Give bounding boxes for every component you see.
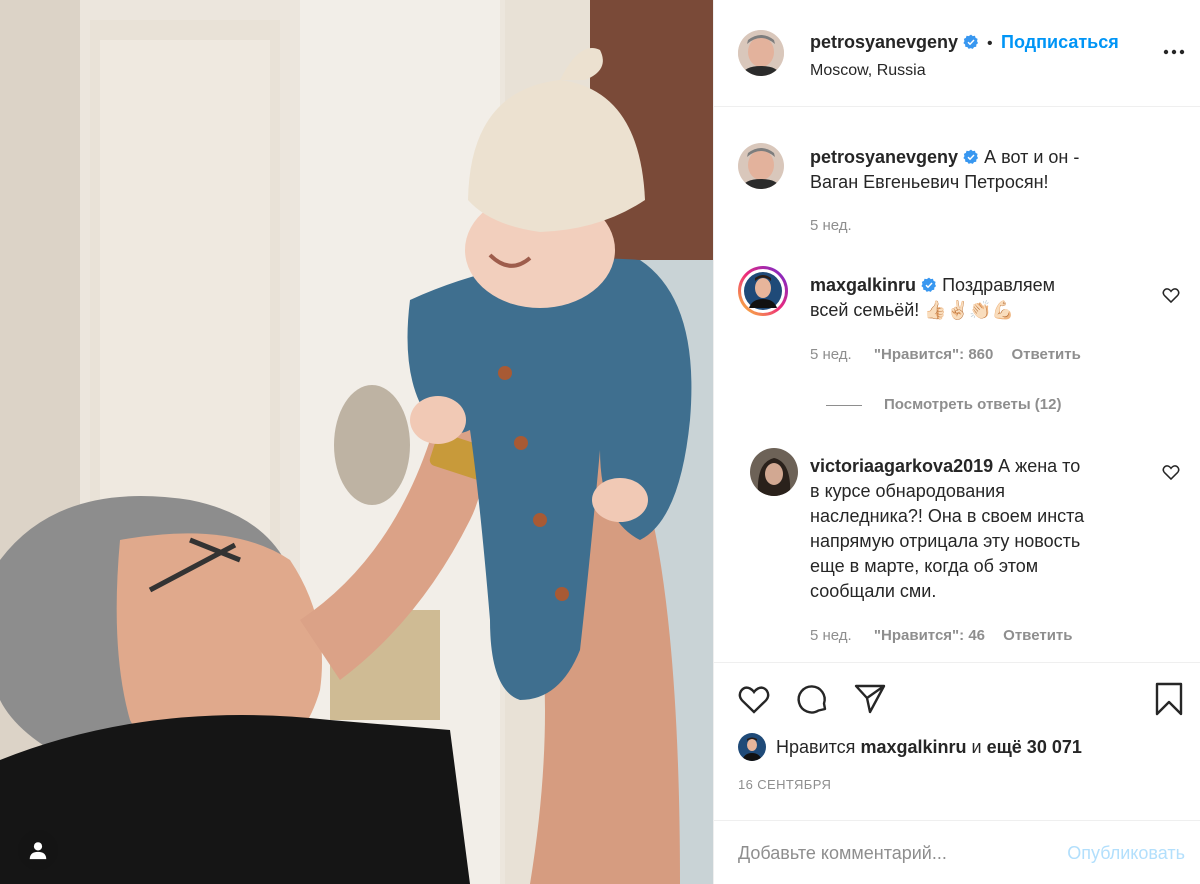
comment-1-time[interactable]: 5 нед. (810, 346, 852, 363)
likes-user[interactable]: maxgalkinru (860, 737, 966, 758)
share-icon[interactable] (852, 681, 888, 717)
likes-count[interactable]: ещё 30 071 (987, 737, 1082, 758)
view-replies-line (826, 404, 862, 406)
comment-icon[interactable] (794, 681, 830, 717)
caption-avatar-image (738, 143, 784, 189)
location-link[interactable]: Moscow, Russia (810, 62, 926, 80)
add-comment-bar: Добавьте комментарий... Опубликовать (714, 820, 1200, 884)
comment-2-time[interactable]: 5 нед. (810, 627, 852, 644)
verified-icon (963, 149, 979, 164)
comment-2-line-3: наследника?! Она в своем инста (810, 506, 1085, 526)
comment-1-avatar-image (741, 269, 785, 313)
post-date[interactable]: 16 СЕНТЯБРЯ (738, 777, 831, 792)
post-photo[interactable] (0, 0, 713, 884)
comment-1-line-2: всей семьёй! 👍🏻✌🏻👏🏻💪🏻 (810, 300, 1014, 320)
comment-2-line-1: А жена то (998, 456, 1081, 476)
photo-illustration (0, 0, 713, 884)
comment-2-line-4: напрямую отрицала эту новость (810, 531, 1081, 551)
caption-username[interactable]: petrosyanevgeny (810, 147, 958, 167)
comment-2-reply-button[interactable]: Ответить (1003, 627, 1072, 644)
comment-1-meta: 5 нед. "Нравится": 860 Ответить (810, 346, 1081, 363)
comment-input[interactable]: Добавьте комментарий... (738, 843, 947, 864)
likes-middle: и (971, 736, 982, 757)
author-avatar-image (738, 30, 784, 76)
caption-avatar[interactable] (738, 143, 784, 189)
caption-line-1: А вот и он - (984, 147, 1080, 167)
view-replies-button[interactable]: Посмотреть ответы (12) (826, 396, 1061, 413)
heart-icon[interactable] (736, 681, 772, 717)
caption-line-2: Ваган Евгеньевич Петросян! (810, 172, 1049, 192)
post-sidebar: petrosyanevgeny • Подписаться Moscow, Ru… (713, 0, 1200, 884)
bookmark-icon[interactable] (1151, 681, 1187, 717)
comment-1-heart-icon[interactable] (1161, 285, 1181, 305)
author-username[interactable]: petrosyanevgeny (810, 32, 958, 52)
comment-2-username[interactable]: victoriaagarkova2019 (810, 456, 993, 476)
likes-avatar[interactable] (738, 733, 766, 761)
follow-button[interactable]: Подписаться (1001, 32, 1119, 52)
comment-2-line-5: еще в марте, когда об этом (810, 556, 1039, 576)
author-line: petrosyanevgeny • Подписаться (810, 32, 1119, 53)
user-tag-button[interactable] (18, 830, 58, 870)
comment-2-text: victoriaagarkova2019 А жена то в курсе о… (810, 454, 1160, 604)
comments-section: petrosyanevgeny А вот и он - Ваган Евген… (714, 107, 1200, 662)
comment-2-line-6: сообщали сми. (810, 581, 937, 601)
view-replies-label: Посмотреть ответы (12) (884, 396, 1062, 413)
verified-icon (921, 277, 937, 292)
separator-dot: • (986, 35, 993, 52)
comment-1-line-1: Поздравляем (942, 275, 1055, 295)
comment-1-avatar[interactable] (738, 266, 788, 316)
likes-avatar-image (738, 733, 766, 761)
author-avatar[interactable] (738, 30, 784, 76)
likes-prefix: Нравится (776, 736, 856, 757)
publish-button[interactable]: Опубликовать (1067, 843, 1185, 864)
comment-2-heart-icon[interactable] (1161, 462, 1181, 482)
instagram-post: petrosyanevgeny • Подписаться Moscow, Ru… (0, 0, 1200, 884)
caption-meta: 5 нед. (810, 217, 852, 234)
comment-2-avatar[interactable] (750, 448, 798, 496)
likes-line: Нравится maxgalkinru и ещё 30 071 (738, 733, 1082, 761)
post-header: petrosyanevgeny • Подписаться Moscow, Ru… (714, 0, 1200, 107)
more-icon[interactable] (1161, 42, 1187, 62)
comment-1-reply-button[interactable]: Ответить (1012, 346, 1081, 363)
comment-1-username[interactable]: maxgalkinru (810, 275, 916, 295)
comment-2-line-2: в курсе обнародования (810, 481, 1005, 501)
user-tag-icon (29, 842, 47, 860)
verified-icon (962, 34, 978, 49)
comment-1-text: maxgalkinru Поздравляем всей семьёй! 👍🏻✌… (810, 273, 1140, 323)
post-actions: Нравится maxgalkinru и ещё 30 071 16 СЕН… (714, 662, 1200, 820)
caption-text: petrosyanevgeny А вот и он - Ваган Евген… (810, 145, 1180, 195)
caption-time[interactable]: 5 нед. (810, 217, 852, 234)
comment-2-meta: 5 нед. "Нравится": 46 Ответить (810, 627, 1073, 644)
comment-2-likes[interactable]: "Нравится": 46 (874, 627, 985, 644)
comment-1-likes[interactable]: "Нравится": 860 (874, 346, 993, 363)
comment-2-avatar-image (750, 448, 798, 496)
